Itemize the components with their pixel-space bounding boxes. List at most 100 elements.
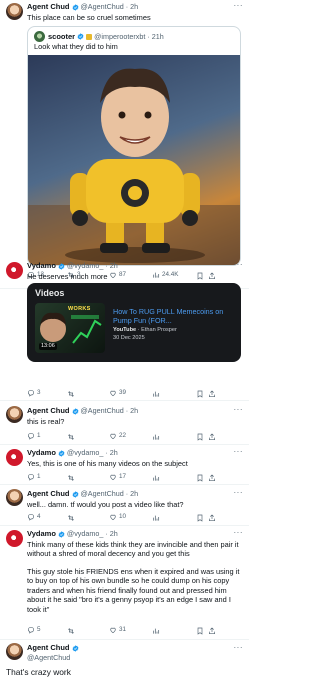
post[interactable]: Agent Chud @AgentChud · 2h ··· This plac… [0, 0, 249, 289]
avatar[interactable] [6, 643, 23, 660]
bookmark-button[interactable] [196, 514, 208, 522]
author-name[interactable]: Vydamo [27, 261, 56, 271]
video-title[interactable]: How To RUG PULL Memecoins on Pump Fun (F… [113, 307, 235, 325]
author-name: scooter [48, 31, 76, 41]
post-text-paragraph: Think many of these kids think they are … [27, 540, 239, 559]
quoted-image[interactable] [28, 55, 240, 265]
repost-button[interactable] [67, 627, 109, 635]
bookmark-button[interactable] [196, 433, 208, 441]
more-icon[interactable]: ··· [234, 447, 244, 457]
thumbnail-label: WORKS [68, 306, 91, 312]
reply-count: 4 [37, 513, 41, 521]
video-card-heading: Videos [35, 288, 65, 298]
reply-icon [27, 432, 35, 440]
like-button[interactable]: 17 [109, 473, 152, 481]
post-text-paragraph: This guy stole his FRIENDS ens when it e… [27, 566, 240, 614]
author-name[interactable]: Agent Chud [27, 406, 70, 416]
views-icon [152, 474, 160, 482]
video-thumbnail[interactable]: WORKS 13:06 [35, 303, 105, 353]
like-button[interactable]: 39 [109, 389, 152, 397]
like-icon [109, 432, 117, 440]
more-icon[interactable]: ··· [234, 528, 244, 538]
views-button[interactable] [152, 433, 196, 441]
like-button[interactable]: 31 [109, 626, 152, 634]
reply-count: 3 [37, 389, 41, 397]
post[interactable]: Vydamo @vydamo_ · 2h ··· Think many of t… [0, 526, 249, 640]
views-button[interactable] [152, 627, 196, 635]
bookmark-button[interactable] [196, 390, 208, 398]
video-duration: 13:06 [39, 342, 57, 350]
like-count: 39 [119, 389, 127, 397]
share-icon [208, 627, 216, 635]
avatar[interactable] [6, 262, 23, 279]
author-name[interactable]: Vydamo [27, 448, 56, 458]
avatar[interactable] [6, 406, 23, 423]
post[interactable]: Agent Chud @AgentChud · 2h ··· well... d… [0, 485, 249, 526]
post[interactable]: Agent Chud @AgentChud ··· That's crazy w… [0, 640, 249, 679]
share-button[interactable] [208, 474, 218, 482]
like-count: 17 [119, 473, 127, 481]
views-button[interactable] [152, 474, 196, 482]
video-source: YouTube [113, 327, 137, 333]
post[interactable]: Vydamo @vydamo_ · 2h ··· He deserves muc… [0, 258, 249, 401]
share-button[interactable] [208, 390, 218, 398]
verified-badge-icon [58, 450, 65, 457]
repost-icon [67, 474, 75, 482]
author-handle[interactable]: @AgentChud · 2h [81, 489, 139, 498]
post-text: well... damn. tf would you post a video … [27, 500, 184, 509]
share-button[interactable] [208, 627, 218, 635]
repost-button[interactable] [67, 474, 109, 482]
like-icon [109, 513, 117, 521]
video-card[interactable]: Videos WORKS 13:06 How To RUG PULL Memec… [27, 283, 241, 362]
avatar[interactable] [6, 3, 23, 20]
author-name[interactable]: Vydamo [27, 529, 56, 539]
bookmark-icon [196, 390, 204, 398]
like-button[interactable]: 10 [109, 513, 152, 521]
author-handle[interactable]: @AgentChud · 2h [81, 2, 139, 11]
post[interactable]: Agent Chud @AgentChud · 2h ··· this is r… [0, 403, 249, 445]
views-button[interactable] [152, 390, 196, 398]
author-handle[interactable]: @AgentChud [27, 653, 79, 662]
more-icon[interactable]: ··· [234, 643, 244, 653]
more-icon[interactable]: ··· [234, 405, 244, 415]
reply-button[interactable]: 4 [27, 513, 67, 521]
reply-button[interactable]: 1 [27, 473, 67, 481]
reply-button[interactable]: 1 [27, 432, 67, 440]
repost-button[interactable] [67, 390, 109, 398]
quoted-post[interactable]: scooter @imperooterxbt · 21h Look what t… [27, 26, 241, 266]
views-button[interactable] [152, 514, 196, 522]
verified-badge-icon [72, 408, 79, 415]
share-button[interactable] [208, 433, 218, 441]
more-icon[interactable]: ··· [234, 260, 244, 270]
post-text: He deserves much more [27, 272, 108, 281]
bookmark-icon [196, 474, 204, 482]
like-button[interactable]: 22 [109, 432, 152, 440]
author-name[interactable]: Agent Chud [27, 2, 70, 12]
reply-button[interactable]: 3 [27, 389, 67, 397]
share-button[interactable] [208, 514, 218, 522]
reply-button[interactable]: 5 [27, 626, 67, 634]
repost-icon [67, 627, 75, 635]
repost-button[interactable] [67, 433, 109, 441]
bookmark-button[interactable] [196, 627, 208, 635]
share-icon [208, 390, 216, 398]
author-name[interactable]: Agent Chud [27, 643, 70, 653]
avatar[interactable] [6, 530, 23, 547]
reply-icon [27, 626, 35, 634]
post[interactable]: Vydamo @vydamo_ · 2h ··· Yes, this is on… [0, 445, 249, 485]
avatar[interactable] [6, 489, 23, 506]
author-handle[interactable]: @AgentChud · 2h [81, 406, 139, 415]
author-handle[interactable]: @vydamo_ · 2h [67, 529, 118, 538]
more-icon[interactable]: ··· [234, 1, 244, 11]
author-name[interactable]: Agent Chud [27, 489, 70, 499]
more-icon[interactable]: ··· [234, 488, 244, 498]
post-text: That's crazy work [6, 667, 71, 677]
avatar[interactable] [6, 449, 23, 466]
author-handle[interactable]: @vydamo_ · 2h [67, 448, 118, 457]
verified-badge-icon [72, 645, 79, 652]
bookmark-button[interactable] [196, 474, 208, 482]
repost-button[interactable] [67, 514, 109, 522]
share-icon [208, 474, 216, 482]
reply-icon [27, 513, 35, 521]
author-handle[interactable]: @vydamo_ · 2h [67, 261, 118, 270]
